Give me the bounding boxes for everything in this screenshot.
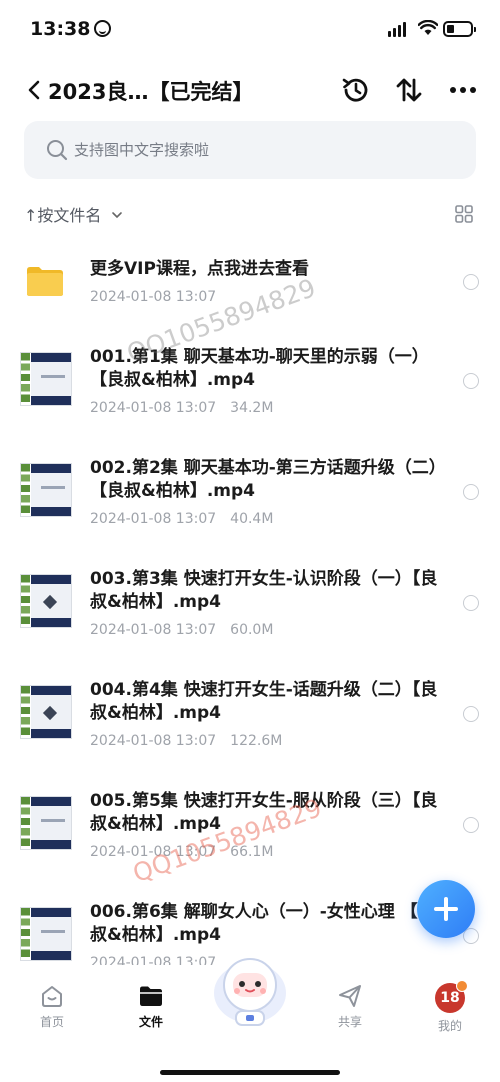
- select-radio[interactable]: [463, 706, 479, 722]
- folder-item[interactable]: 更多VIP课程，点我进去查看 2024-01-08 13:07: [0, 240, 500, 350]
- avatar-badge-text: 18: [440, 990, 460, 1006]
- add-button[interactable]: [417, 880, 475, 938]
- home-icon: [42, 986, 62, 1007]
- back-icon[interactable]: [24, 76, 46, 104]
- folder-date: 2024-01-08 13:07: [90, 289, 217, 305]
- video-thumbnail: [20, 907, 72, 961]
- video-thumbnail: [20, 574, 72, 628]
- file-meta: 2024-01-08 13:07 66.1M: [90, 844, 273, 860]
- file-item[interactable]: 004.第4集 快速打开女生-话题升级（二）【良叔&柏林】.mp4 2024-0…: [0, 669, 500, 779]
- search-input[interactable]: [74, 138, 454, 162]
- select-radio[interactable]: [463, 595, 479, 611]
- file-meta: 2024-01-08 13:07 40.4M: [90, 511, 273, 527]
- bottom-nav: 首页 文件 共享 18 我的: [0, 958, 500, 1082]
- file-size: 122.6M: [230, 733, 283, 749]
- battery-icon: [443, 21, 476, 37]
- header: 2023良…【已完结】: [0, 68, 500, 112]
- smiley-icon: [94, 20, 112, 37]
- select-radio[interactable]: [463, 373, 479, 389]
- file-size: 34.2M: [230, 400, 274, 416]
- file-meta: 2024-01-08 13:07 34.2M: [90, 400, 273, 416]
- file-date: 2024-01-08 13:07: [90, 844, 217, 860]
- search-bar[interactable]: [24, 121, 476, 179]
- status-bar: 13:38: [0, 0, 500, 62]
- search-icon: [47, 140, 68, 161]
- file-item[interactable]: 001.第1集 聊天基本功-聊天里的示弱（一）【良叔&柏林】.mp4 2024-…: [0, 336, 500, 446]
- avatar: 18: [435, 980, 468, 1013]
- video-thumbnail: [20, 463, 72, 517]
- history-icon[interactable]: [340, 74, 372, 106]
- select-radio[interactable]: [463, 484, 479, 500]
- file-name: 005.第5集 快速打开女生-服从阶段（三）【良叔&柏林】.mp4: [90, 791, 438, 834]
- grid-view-icon[interactable]: [454, 204, 474, 224]
- wifi-icon: [418, 20, 438, 35]
- more-icon[interactable]: [447, 74, 479, 106]
- file-item[interactable]: 002.第2集 聊天基本功-第三方话题升级（二）【良叔&柏林】.mp4 2024…: [0, 447, 500, 557]
- file-item[interactable]: 005.第5集 快速打开女生-服从阶段（三）【良叔&柏林】.mp4 2024-0…: [0, 780, 500, 890]
- page-title: 2023良…【已完结】: [48, 80, 254, 104]
- file-date: 2024-01-08 13:07: [90, 622, 217, 638]
- file-date: 2024-01-08 13:07: [90, 511, 217, 527]
- file-size: 66.1M: [230, 844, 274, 860]
- file-name: 002.第2集 聊天基本功-第三方话题升级（二）【良叔&柏林】.mp4: [90, 458, 446, 501]
- sort-row: ↑按文件名: [24, 200, 476, 228]
- video-thumbnail: [20, 685, 72, 739]
- folder-icon: [140, 986, 162, 1006]
- file-name: 006.第6集 解聊女人心（一）-女性心理 【良叔&柏林】.mp4: [90, 902, 435, 945]
- select-radio[interactable]: [463, 817, 479, 833]
- video-thumbnail: [20, 796, 72, 850]
- status-time-text: 13:38: [30, 18, 91, 40]
- sort-label: ↑按文件名: [24, 206, 102, 225]
- file-date: 2024-01-08 13:07: [90, 955, 217, 965]
- nav-files-label: 文件: [138, 1015, 163, 1029]
- cellular-signal-icon: [388, 22, 406, 37]
- nav-share-label: 共享: [337, 1015, 362, 1029]
- nav-mine-label: 我的: [437, 1019, 462, 1033]
- folder-icon: [27, 267, 63, 296]
- mascot-icon[interactable]: [206, 945, 294, 1029]
- status-time: 13:38: [30, 18, 112, 40]
- file-meta: 2024-01-08 13:07 122.6M: [90, 733, 282, 749]
- file-date: 2024-01-08 13:07: [90, 733, 217, 749]
- file-name: 003.第3集 快速打开女生-认识阶段（一）【良叔&柏林】.mp4: [90, 569, 438, 612]
- sort-icon[interactable]: [393, 74, 425, 106]
- nav-files[interactable]: 文件: [121, 983, 181, 1030]
- folder-name: 更多VIP课程，点我进去查看: [90, 259, 309, 279]
- file-size: 60.0M: [230, 622, 274, 638]
- file-name: 004.第4集 快速打开女生-话题升级（二）【良叔&柏林】.mp4: [90, 680, 438, 723]
- file-date: 2024-01-08 13:07: [90, 400, 217, 416]
- nav-home[interactable]: 首页: [22, 983, 82, 1030]
- select-radio[interactable]: [463, 274, 479, 290]
- sort-by-name-button[interactable]: ↑按文件名: [24, 202, 123, 226]
- home-indicator: [160, 1070, 340, 1075]
- paper-plane-icon: [339, 985, 361, 1007]
- nav-mine[interactable]: 18 我的: [420, 980, 480, 1034]
- file-size: 40.4M: [230, 511, 274, 527]
- video-thumbnail: [20, 352, 72, 406]
- nav-share[interactable]: 共享: [320, 983, 380, 1030]
- nav-home-label: 首页: [39, 1015, 64, 1029]
- chevron-down-icon: [111, 212, 122, 219]
- file-item[interactable]: 003.第3集 快速打开女生-认识阶段（一）【良叔&柏林】.mp4 2024-0…: [0, 558, 500, 668]
- file-list: 更多VIP课程，点我进去查看 2024-01-08 13:07 001.第1集 …: [0, 240, 500, 965]
- file-meta: 2024-01-08 13:07 60.0M: [90, 622, 273, 638]
- file-name: 001.第1集 聊天基本功-聊天里的示弱（一）【良叔&柏林】.mp4: [90, 347, 429, 390]
